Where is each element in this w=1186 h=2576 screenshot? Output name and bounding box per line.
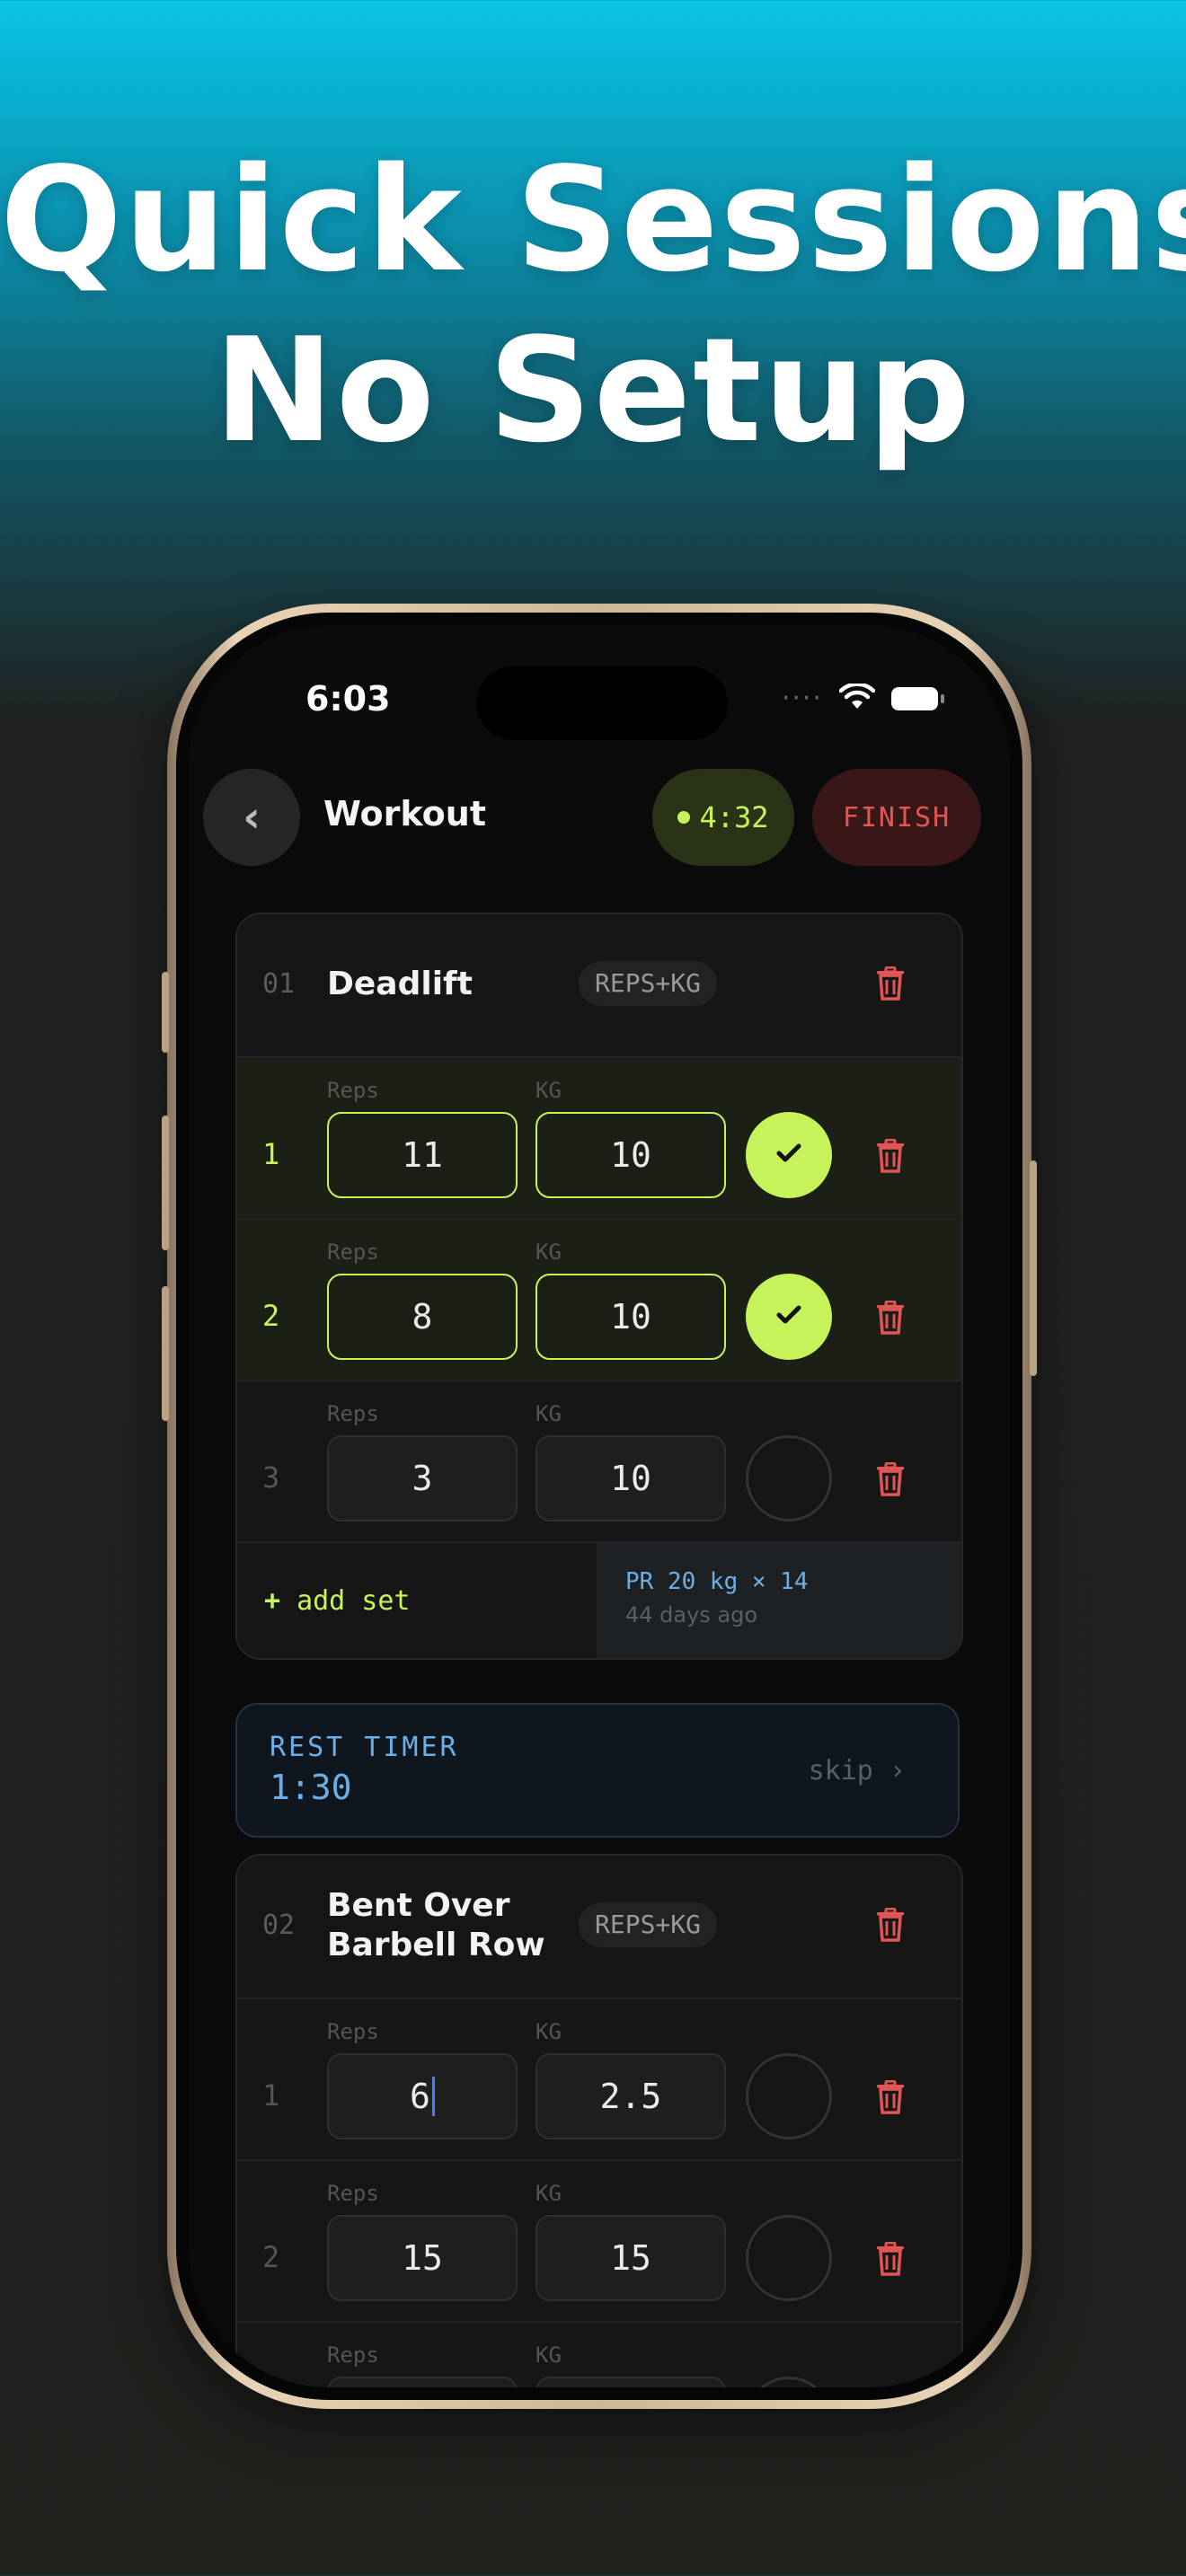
back-button[interactable]: ‹ (203, 769, 300, 866)
reps-label: Reps (327, 1078, 379, 1103)
exercise-number: 02 (262, 1910, 296, 1941)
complete-set-toggle[interactable] (746, 2215, 832, 2301)
reps-input-focused[interactable]: 6 (327, 2053, 518, 2139)
rest-timer-label: REST TIMER (270, 1732, 459, 1763)
status-time: 6:03 (305, 679, 391, 719)
set-row: 3 Reps KG 3 10 (237, 1381, 961, 1543)
reps-input[interactable]: 3 (327, 1435, 518, 1522)
text-cursor (431, 2077, 435, 2116)
add-set-button[interactable]: + add set (237, 1543, 597, 1658)
card-footer: + add set PR 20 kg × 14 44 days ago (237, 1543, 961, 1658)
kg-input[interactable]: 10 (535, 1435, 726, 1522)
trash-icon[interactable] (875, 1462, 906, 1496)
reps-input[interactable]: 11 (327, 1112, 518, 1198)
set-number: 1 (262, 1137, 280, 1171)
kg-label: KG (535, 1401, 562, 1426)
kg-label: KG (535, 2019, 562, 2044)
kg-input[interactable]: 10 (535, 1112, 726, 1198)
workout-timer[interactable]: 4:32 (652, 769, 794, 866)
set-number: 2 (262, 2240, 280, 2274)
complete-set-toggle[interactable] (746, 1112, 832, 1198)
checkmark-icon (775, 1304, 802, 1329)
pr-date: 44 days ago (625, 1602, 758, 1628)
rest-timer: REST TIMER 1:30 skip › (235, 1703, 960, 1838)
kg-input[interactable]: 15 (535, 2215, 726, 2301)
chevron-left-icon: ‹ (243, 792, 261, 842)
action-button (162, 972, 169, 1053)
kg-label: KG (535, 2181, 562, 2206)
cellular-signal-icon: ···· (781, 683, 823, 714)
headline-line-2: No Setup (213, 306, 973, 474)
checkmark-icon (775, 1142, 802, 1168)
page-title: Workout (323, 794, 486, 834)
reps-label: Reps (327, 2019, 379, 2044)
finish-button[interactable]: FINISH (812, 769, 981, 866)
volume-up-button (162, 1116, 169, 1250)
complete-set-toggle[interactable] (746, 1274, 832, 1360)
complete-set-toggle[interactable] (746, 2377, 832, 2387)
exercise-name: Bent Over Barbell Row (327, 1886, 545, 1965)
exercise-number: 01 (262, 968, 296, 1000)
volume-down-button (162, 1286, 169, 1421)
trash-icon[interactable] (875, 966, 906, 1001)
tracking-mode-badge[interactable]: REPS+KG (579, 1902, 718, 1947)
live-dot-icon (677, 811, 691, 824)
phone-bezel: 6:03 ···· ‹ Workout 4:32 FINISH 01 Deadl… (176, 613, 1022, 2400)
set-number: 2 (262, 1299, 280, 1333)
trash-icon[interactable] (875, 1301, 906, 1335)
exercise-name-line-1: Bent Over (327, 1887, 510, 1924)
kg-input[interactable]: 2.5 (535, 2053, 726, 2139)
set-row: 1 Reps KG 11 10 (237, 1058, 961, 1220)
skip-rest-button[interactable]: skip › (809, 1755, 906, 1786)
trash-icon[interactable] (875, 2080, 906, 2114)
set-row: 2 Reps KG 15 15 (237, 2161, 961, 2323)
trash-icon[interactable] (875, 1139, 906, 1173)
dynamic-island (476, 666, 728, 740)
kg-label: KG (535, 1078, 562, 1103)
set-row: Reps KG (237, 2323, 961, 2387)
set-row: 1 Reps KG 6 2.5 (237, 1999, 961, 2161)
set-number: 3 (262, 1460, 280, 1495)
status-icons: ···· (781, 682, 944, 714)
wifi-icon (838, 682, 876, 714)
set-number: 1 (262, 2078, 280, 2113)
exercise-header: 01 Deadlift REPS+KG (237, 914, 961, 1058)
trash-icon[interactable] (875, 1908, 906, 1942)
complete-set-toggle[interactable] (746, 2053, 832, 2139)
reps-label: Reps (327, 1401, 379, 1426)
exercise-name-line-2: Barbell Row (327, 1927, 545, 1963)
power-button (1030, 1160, 1037, 1376)
reps-input[interactable] (327, 2377, 518, 2387)
battery-icon (891, 686, 944, 710)
reps-value: 6 (410, 2077, 430, 2116)
exercise-name: Deadlift (327, 966, 473, 1002)
personal-record: PR 20 kg × 14 44 days ago (597, 1543, 961, 1658)
kg-input[interactable]: 10 (535, 1274, 726, 1360)
reps-label: Reps (327, 2342, 379, 2368)
exercise-card: 01 Deadlift REPS+KG 1 Reps KG 11 10 2 Re… (235, 913, 963, 1660)
trash-icon[interactable] (875, 2242, 906, 2276)
reps-label: Reps (327, 1239, 379, 1265)
complete-set-toggle[interactable] (746, 1435, 832, 1522)
add-set-label: add set (296, 1584, 411, 1617)
app-screen: 6:03 ···· ‹ Workout 4:32 FINISH 01 Deadl… (189, 625, 1010, 2387)
kg-label: KG (535, 2342, 562, 2368)
phone-frame: 6:03 ···· ‹ Workout 4:32 FINISH 01 Deadl… (162, 604, 1037, 2409)
elapsed-time: 4:32 (699, 800, 769, 834)
reps-input[interactable]: 8 (327, 1274, 518, 1360)
rest-timer-countdown: 1:30 (270, 1768, 352, 1807)
exercise-header: 02 Bent Over Barbell Row REPS+KG (237, 1856, 961, 1999)
kg-input[interactable] (535, 2377, 726, 2387)
headline: Quick Sessions No Setup (0, 135, 1186, 476)
navigation-bar: ‹ Workout 4:32 FINISH (189, 760, 1010, 868)
reps-label: Reps (327, 2181, 379, 2206)
tracking-mode-badge[interactable]: REPS+KG (579, 961, 718, 1006)
exercise-card: 02 Bent Over Barbell Row REPS+KG 1 Reps … (235, 1854, 963, 2387)
kg-label: KG (535, 1239, 562, 1265)
set-row: 2 Reps KG 8 10 (237, 1220, 961, 1381)
reps-input[interactable]: 15 (327, 2215, 518, 2301)
pr-value: PR 20 kg × 14 (625, 1568, 809, 1595)
plus-icon: + (264, 1584, 281, 1617)
headline-line-1: Quick Sessions (0, 136, 1186, 304)
